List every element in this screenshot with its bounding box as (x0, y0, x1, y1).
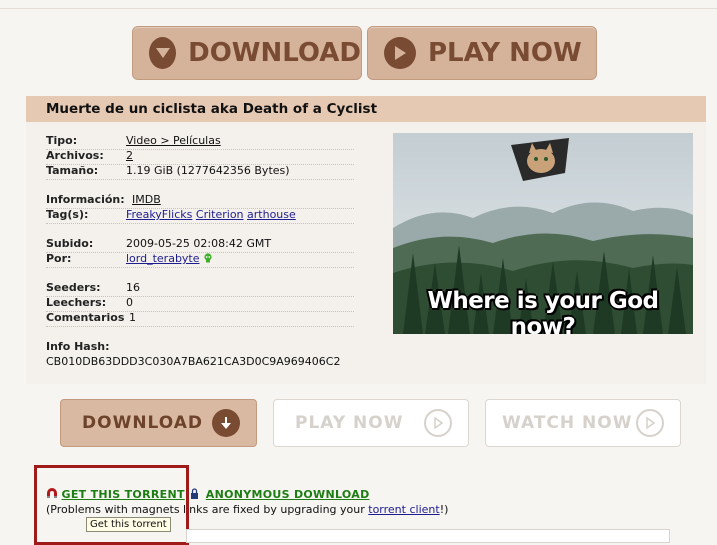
watch-now-label: WATCH NOW (502, 413, 633, 433)
watch-now-button[interactable]: WATCH NOW (485, 399, 681, 447)
tamano-value: 1.19 GiB (1277642356 Bytes) (126, 164, 290, 177)
tag-link[interactable]: arthouse (247, 208, 296, 221)
row-infohash: Info Hash: (46, 340, 110, 353)
row-subido: Subido: 2009-05-25 02:08:42 GMT (46, 237, 354, 253)
details-list: Tipo: Video > Películas Archivos: 2 Tama… (46, 134, 366, 374)
download-arrow-icon (212, 409, 240, 437)
seeders-value: 16 (126, 281, 140, 294)
row-seeders: Seeders: 16 (46, 281, 354, 297)
anonymous-download-link[interactable]: ANONYMOUS DOWNLOAD (206, 488, 370, 501)
imdb-link[interactable]: IMDB (132, 193, 161, 207)
subido-value: 2009-05-25 02:08:42 GMT (126, 237, 272, 250)
download-button[interactable]: DOWNLOAD (60, 399, 257, 447)
download-label: DOWNLOAD (82, 413, 204, 433)
play-icon (384, 37, 416, 69)
row-comentarios: Comentarios 1 (46, 311, 354, 327)
row-informacion: Información: IMDB (46, 193, 354, 209)
infohash-value: CB010DB63DDD3C030A7BA621CA3D0C9A969406C2 (46, 355, 341, 368)
bottom-panel (186, 529, 670, 543)
vip-skull-icon (203, 253, 213, 267)
play-now-button[interactable]: PLAY NOW (273, 399, 469, 447)
anonymous-lock-icon (190, 488, 199, 503)
top-download-button[interactable]: DOWNLOAD (132, 26, 362, 80)
row-tags: Tag(s): FreakyFlicks Criterion arthouse (46, 208, 354, 224)
leechers-value: 0 (126, 296, 133, 309)
tipo-link[interactable]: Video > Películas (126, 134, 221, 148)
meme-caption: Where is your God now? (427, 288, 659, 334)
comentarios-value: 1 (129, 311, 136, 324)
row-tipo: Tipo: Video > Películas (46, 134, 354, 150)
play-now-label: PLAY NOW (295, 413, 404, 433)
tag-link[interactable]: FreakyFlicks (126, 208, 192, 221)
row-leechers: Leechers: 0 (46, 296, 354, 312)
download-arrow-icon (149, 37, 177, 69)
top-play-now-label: PLAY NOW (428, 38, 582, 68)
highlight-box (34, 465, 189, 545)
archivos-link[interactable]: 2 (126, 149, 133, 163)
torrent-client-link[interactable]: torrent client (368, 503, 439, 516)
top-download-label: DOWNLOAD (188, 38, 361, 68)
uploader-link[interactable]: lord_terabyte (126, 252, 200, 265)
top-play-now-button[interactable]: PLAY NOW (367, 26, 597, 80)
play-icon (424, 409, 452, 437)
row-por: Por: lord_terabyte (46, 252, 354, 268)
torrent-title: Muerte de un ciclista aka Death of a Cyc… (26, 96, 706, 122)
tag-link[interactable]: Criterion (196, 208, 244, 221)
top-divider (0, 8, 717, 9)
row-tamano: Tamaño: 1.19 GiB (1277642356 Bytes) (46, 164, 354, 180)
play-icon (636, 409, 664, 437)
row-archivos: Archivos: 2 (46, 149, 354, 165)
cover-image: Where is your God now? (393, 133, 693, 334)
